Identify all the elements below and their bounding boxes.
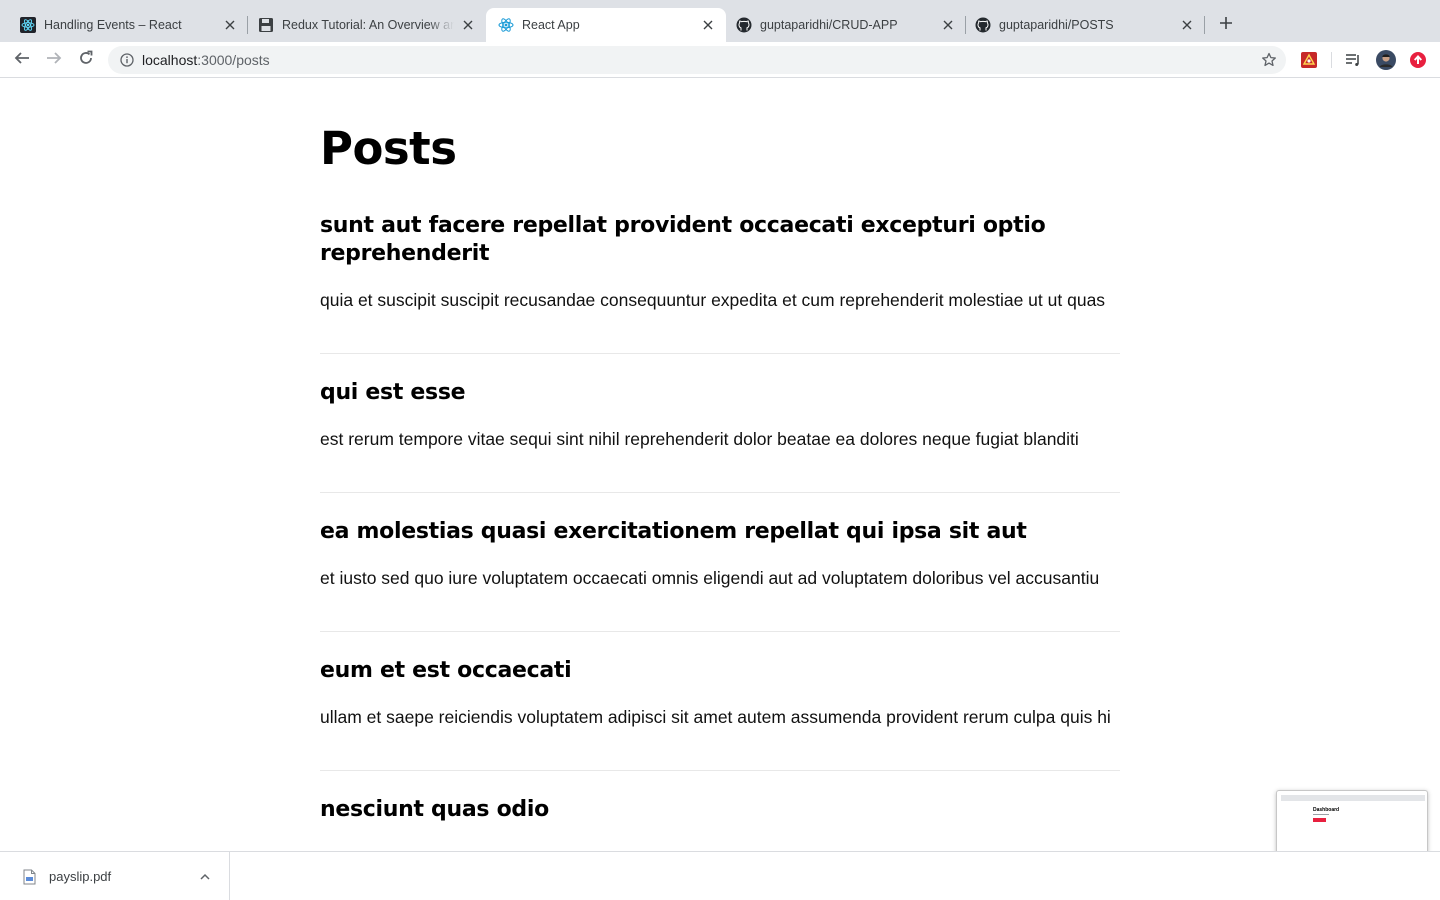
- extension-icon[interactable]: [1299, 50, 1319, 70]
- tab-redux-tutorial[interactable]: Redux Tutorial: An Overview and...: [248, 8, 486, 42]
- post-title: ea molestias quasi exercitationem repell…: [320, 519, 1027, 544]
- tab-title: Redux Tutorial: An Overview and...: [282, 18, 454, 32]
- tab-handling-events[interactable]: Handling Events – React: [0, 8, 248, 42]
- site-info-icon[interactable]: [119, 52, 135, 68]
- new-tab-button[interactable]: [1214, 13, 1238, 37]
- close-icon[interactable]: [222, 17, 238, 33]
- reload-icon: [78, 50, 94, 71]
- reading-list-icon[interactable]: [1343, 50, 1363, 70]
- post-title: eum et est occaecati: [320, 658, 572, 683]
- toolbar-divider: [1331, 52, 1332, 68]
- react-icon: [498, 17, 514, 33]
- chevron-up-icon[interactable]: [197, 869, 213, 885]
- page-viewport: Posts sunt aut facere repellat provident…: [0, 79, 1440, 851]
- github-icon: [736, 17, 752, 33]
- thumbnail-button: [1313, 818, 1326, 822]
- arrow-left-icon: [14, 50, 30, 71]
- tab-posts-repo[interactable]: guptaparidhi/POSTS: [965, 8, 1205, 42]
- arrow-right-icon: [46, 50, 62, 71]
- post-body: quia et suscipit suscipit recusandae con…: [320, 290, 1106, 310]
- post-item: sunt aut facere repellat provident occae…: [320, 212, 1120, 354]
- tab-title: Handling Events – React: [44, 18, 182, 32]
- download-item[interactable]: payslip.pdf: [0, 852, 230, 900]
- plus-icon: [1219, 16, 1233, 35]
- page-title: Posts: [320, 122, 457, 175]
- post-item: eum et est occaecati ullam et saepe reic…: [320, 657, 1120, 771]
- download-shelf: payslip.pdf: [0, 851, 1440, 900]
- post-title: sunt aut facere repellat provident occae…: [320, 213, 1046, 266]
- download-filename: payslip.pdf: [49, 869, 112, 884]
- tab-divider: [1204, 16, 1205, 34]
- reload-button[interactable]: [74, 48, 98, 72]
- thumbnail-toolbar: [1281, 795, 1425, 801]
- post-body: est rerum tempore vitae sequi sint nihil…: [320, 429, 1079, 449]
- profile-avatar[interactable]: [1376, 50, 1396, 70]
- url-host: localhost: [142, 52, 198, 68]
- floppy-disk-icon: [258, 17, 274, 33]
- post-item: ea molestias quasi exercitationem repell…: [320, 518, 1120, 632]
- address-bar[interactable]: localhost:3000/posts: [108, 46, 1286, 74]
- url-path: :3000/posts: [197, 52, 270, 68]
- back-button[interactable]: [10, 48, 34, 72]
- post-body: et iusto sed quo iure voluptatem occaeca…: [320, 568, 1100, 588]
- post-item: qui est esse est rerum tempore vitae seq…: [320, 379, 1120, 493]
- forward-button[interactable]: [42, 48, 66, 72]
- close-icon[interactable]: [940, 17, 956, 33]
- tab-title: guptaparidhi/POSTS: [999, 18, 1114, 32]
- post-title: qui est esse: [320, 380, 466, 405]
- tab-crud-app[interactable]: guptaparidhi/CRUD-APP: [726, 8, 966, 42]
- update-icon[interactable]: [1408, 50, 1428, 70]
- post-title: nesciunt quas odio: [320, 797, 549, 822]
- close-icon[interactable]: [460, 17, 476, 33]
- thumbnail-title: Dashboard: [1313, 807, 1340, 813]
- post-body: ullam et saepe reiciendis voluptatem adi…: [320, 707, 1111, 727]
- github-icon: [975, 17, 991, 33]
- browser-toolbar: localhost:3000/posts: [0, 42, 1440, 78]
- thumbnail-text-line: [1313, 814, 1329, 815]
- tab-title: React App: [522, 18, 580, 32]
- close-icon[interactable]: [700, 17, 716, 33]
- tab-react-app[interactable]: React App: [486, 8, 726, 42]
- tab-title: guptaparidhi/CRUD-APP: [760, 18, 898, 32]
- react-icon: [20, 17, 36, 33]
- pdf-file-icon: [22, 868, 36, 886]
- bookmark-star-icon[interactable]: [1260, 51, 1278, 69]
- close-icon[interactable]: [1179, 17, 1195, 33]
- url-text: localhost:3000/posts: [142, 52, 270, 68]
- post-item: nesciunt quas odio: [320, 796, 1120, 851]
- tab-strip: Handling Events – React Redux Tutorial: …: [0, 0, 1440, 42]
- posts-container: Posts sunt aut facere repellat provident…: [320, 79, 1120, 851]
